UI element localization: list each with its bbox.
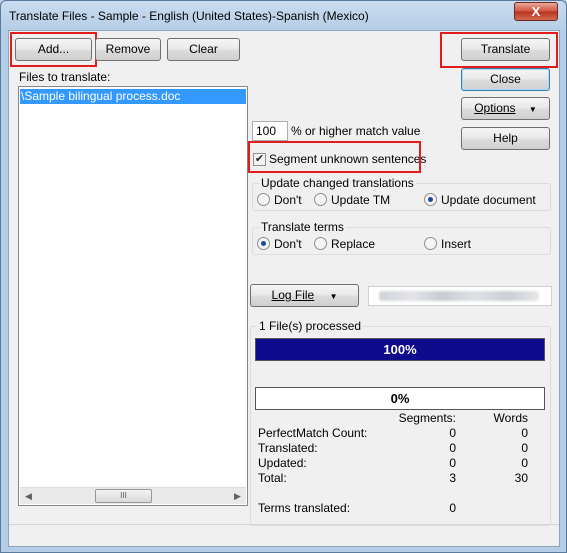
radio-terms-insert[interactable]: Insert [424, 236, 471, 252]
radio-off-icon [314, 237, 327, 250]
segment-unknown-checkbox[interactable]: ✔ [253, 153, 266, 166]
radio-off-icon [314, 193, 327, 206]
radio-label: Insert [441, 237, 472, 251]
title-bar[interactable]: Translate Files - Sample - English (Unit… [1, 1, 566, 31]
stats-table: Segments: Words PerfectMatch Count: 0 0 … [258, 411, 528, 516]
files-processed-title: 1 File(s) processed [257, 319, 364, 333]
dialog-client-area: Add... Remove Clear Files to translate: … [8, 30, 560, 547]
radio-label: Replace [331, 237, 376, 251]
radio-terms-dont[interactable]: Don't [257, 236, 302, 252]
radio-update-document[interactable]: Update document [424, 192, 536, 208]
stat-words: 0 [521, 426, 528, 440]
translate-terms-group: Translate terms Don't Replace Insert [252, 220, 551, 255]
terms-translated-label: Terms translated: [258, 501, 351, 515]
stat-segments: 0 [449, 441, 456, 455]
stat-segments: 0 [449, 426, 456, 440]
status-bar [9, 524, 559, 546]
radio-label: Update TM [331, 193, 391, 207]
radio-on-icon [424, 193, 437, 206]
stat-label: PerfectMatch Count: [258, 426, 368, 440]
radio-off-icon [424, 237, 437, 250]
translate-terms-title: Translate terms [259, 220, 346, 234]
radio-off-icon [257, 193, 270, 206]
translate-files-window: Translate Files - Sample - English (Unit… [0, 0, 567, 553]
stat-label: Total: [258, 471, 287, 485]
help-button[interactable]: Help [461, 127, 550, 150]
add-button[interactable]: Add... [15, 38, 92, 61]
redacted-path [379, 291, 539, 301]
scroll-thumb[interactable]: III [95, 489, 152, 503]
clear-button[interactable]: Clear [167, 38, 240, 61]
radio-update-tm[interactable]: Update TM [314, 192, 390, 208]
table-row: PerfectMatch Count: 0 0 [258, 426, 528, 441]
scroll-right-icon[interactable]: ▶ [229, 488, 246, 504]
update-translations-group: Update changed translations Don't Update… [252, 176, 551, 211]
window-close-button[interactable]: X [514, 2, 558, 21]
dropdown-arrow-icon: ▼ [329, 292, 338, 301]
stat-label: Translated: [258, 441, 318, 455]
radio-terms-replace[interactable]: Replace [314, 236, 375, 252]
radio-label: Don't [274, 193, 302, 207]
table-row: Terms translated: 0 [258, 501, 528, 516]
table-row: Translated: 0 0 [258, 441, 528, 456]
window-title: Translate Files - Sample - English (Unit… [9, 9, 369, 23]
options-button[interactable]: Options ▼ [461, 97, 550, 120]
horizontal-scrollbar[interactable]: ◀ III ▶ [20, 487, 246, 504]
scroll-left-icon[interactable]: ◀ [20, 488, 37, 504]
radio-label: Don't [274, 237, 302, 251]
stat-words: 0 [521, 441, 528, 455]
files-listbox[interactable]: \Sample bilingual process.doc ◀ III ▶ [18, 86, 248, 506]
current-progress-bar: 0% [255, 387, 545, 410]
dropdown-arrow-icon: ▼ [528, 105, 537, 114]
translate-button[interactable]: Translate [461, 38, 550, 61]
words-header: Words [493, 411, 528, 425]
segment-unknown-label: Segment unknown sentences [269, 152, 427, 166]
match-value-input[interactable]: 100 [252, 121, 288, 141]
log-file-button[interactable]: Log File ▼ [250, 284, 359, 307]
segments-header: Segments: [398, 411, 456, 425]
stat-label: Updated: [258, 456, 307, 470]
stat-words: 0 [521, 456, 528, 470]
radio-update-dont[interactable]: Don't [257, 192, 302, 208]
match-value-label: % or higher match value [291, 124, 421, 138]
remove-button[interactable]: Remove [95, 38, 161, 61]
log-file-label: Log File [271, 288, 315, 302]
terms-translated-value: 0 [449, 501, 456, 515]
table-row: Total: 3 30 [258, 471, 528, 486]
close-button[interactable]: Close [461, 68, 550, 91]
radio-label: Update document [441, 193, 536, 207]
table-row: Updated: 0 0 [258, 456, 528, 471]
log-file-path-field[interactable] [368, 286, 552, 306]
stat-words: 30 [514, 471, 528, 485]
stat-segments: 0 [449, 456, 456, 470]
stat-segments: 3 [449, 471, 456, 485]
files-to-translate-label: Files to translate: [19, 70, 111, 84]
radio-on-icon [257, 237, 270, 250]
overall-progress-bar: 100% [255, 338, 545, 361]
update-translations-title: Update changed translations [259, 176, 416, 190]
options-label: Options [474, 101, 516, 115]
list-item[interactable]: \Sample bilingual process.doc [20, 89, 246, 104]
